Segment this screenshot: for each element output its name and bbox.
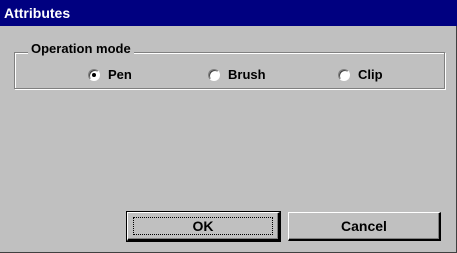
radio-label-pen: Pen	[108, 67, 132, 82]
ok-button[interactable]: OK	[126, 211, 281, 242]
radio-clip[interactable]: Clip	[338, 67, 383, 83]
radio-pen[interactable]: Pen	[88, 67, 132, 83]
focus-rectangle	[133, 217, 273, 235]
radio-circle-brush[interactable]	[208, 69, 220, 81]
radio-circle-clip[interactable]	[338, 69, 350, 81]
operation-mode-label: Operation mode	[28, 41, 134, 57]
radio-brush[interactable]: Brush	[208, 67, 266, 83]
radio-label-clip: Clip	[358, 67, 383, 82]
attributes-dialog: Attributes Operation mode Pen Brush Clip…	[0, 0, 457, 253]
cancel-button-label: Cancel	[341, 218, 387, 234]
window-title: Attributes	[0, 0, 457, 26]
cancel-button[interactable]: Cancel	[288, 212, 441, 241]
radio-label-brush: Brush	[228, 67, 266, 82]
radio-selected-dot	[92, 73, 96, 77]
radio-circle-pen[interactable]	[88, 69, 100, 81]
